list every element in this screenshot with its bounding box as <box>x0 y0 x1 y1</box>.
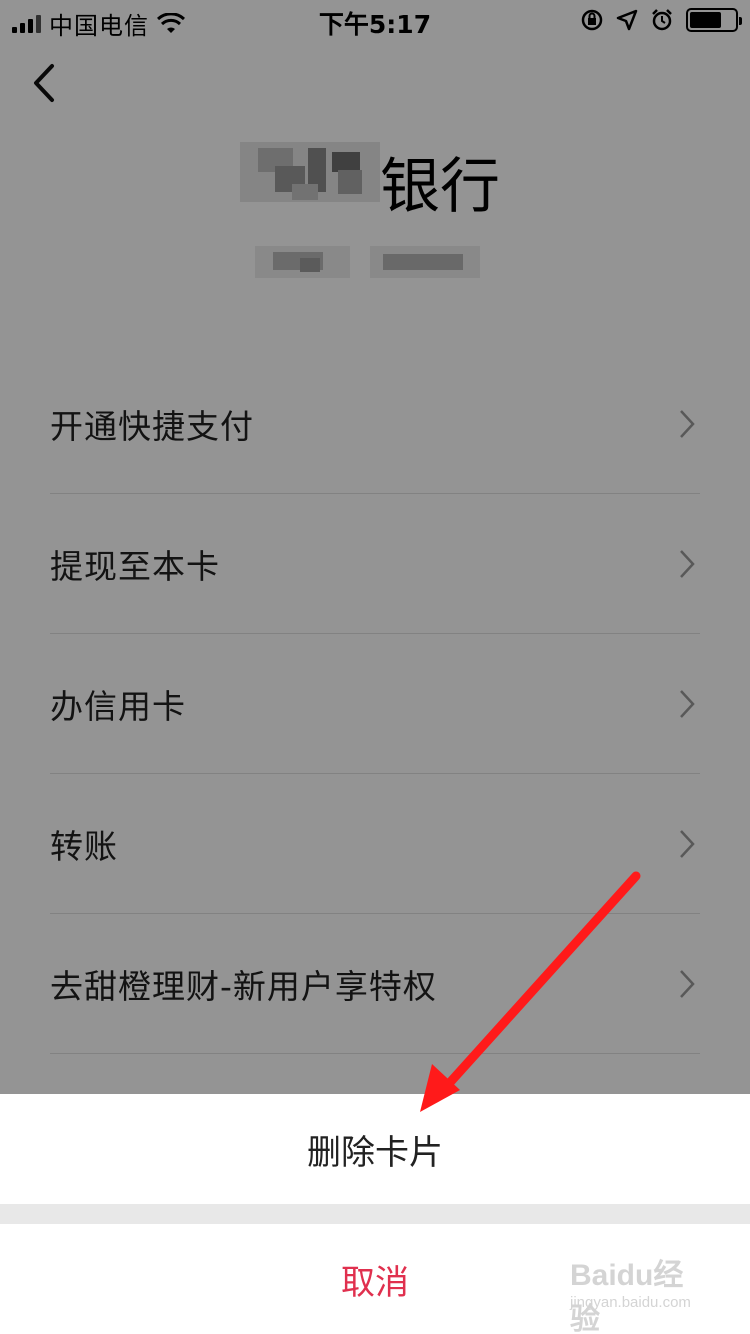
action-sheet-divider <box>0 1204 750 1224</box>
watermark-brand: Baidu经验 <box>570 1259 684 1334</box>
bank-card-page: 中国电信 下午5:17 银行 开通快捷支付 提现至本卡 办信用卡 转账 去甜橙理… <box>0 0 750 1334</box>
modal-backdrop[interactable] <box>0 0 750 1094</box>
delete-card-button[interactable]: 删除卡片 <box>0 1094 750 1204</box>
watermark-logo: Baidu经验 jingyan.baidu.com <box>570 1250 710 1334</box>
watermark-url: jingyan.baidu.com <box>570 1294 691 1311</box>
